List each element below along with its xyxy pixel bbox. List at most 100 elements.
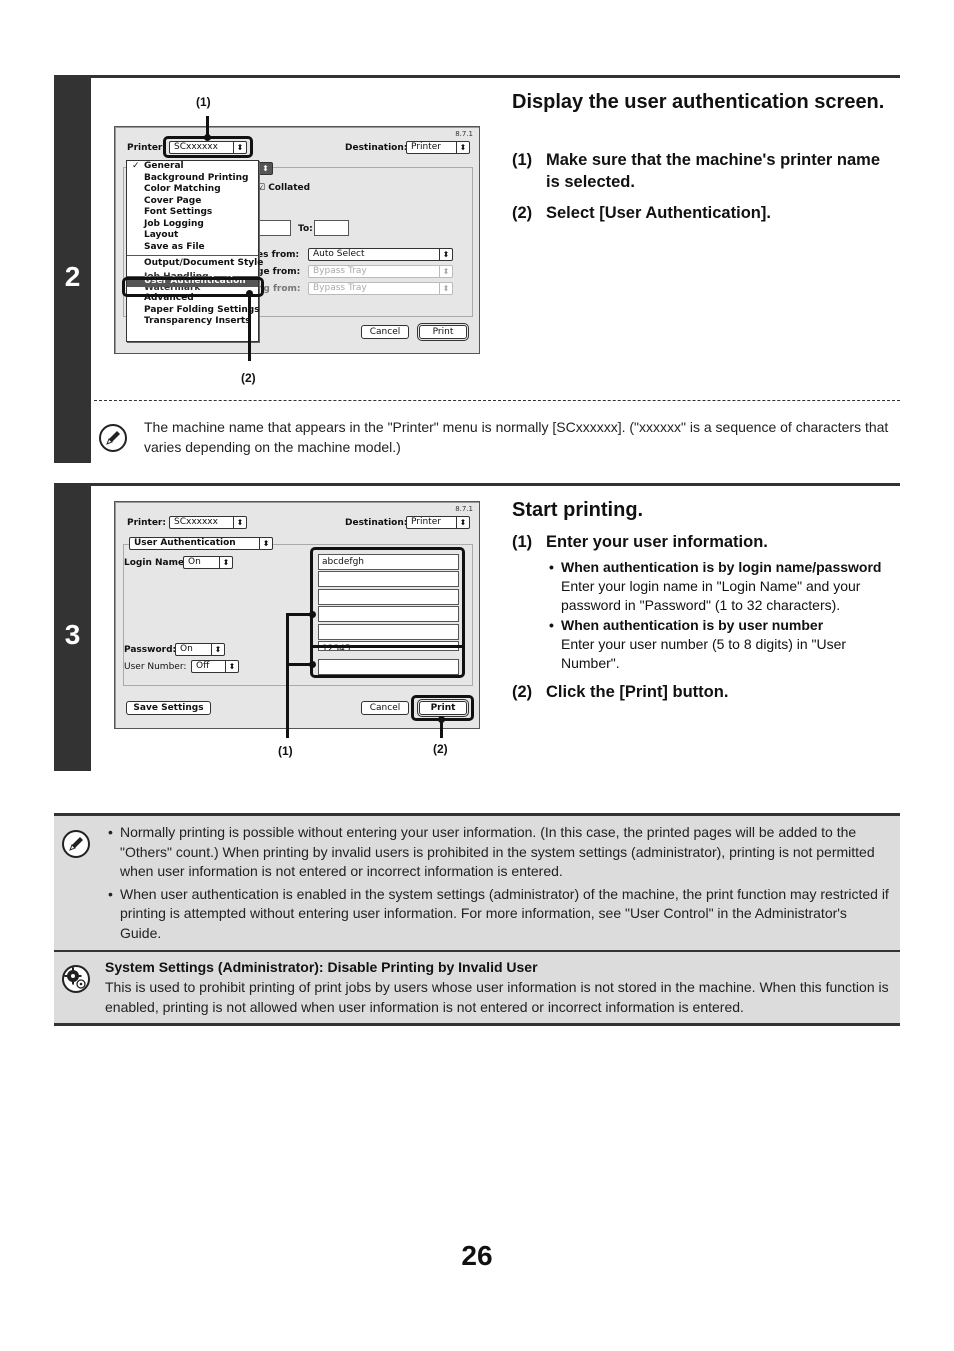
printer-label: Printer:	[127, 518, 166, 528]
bullet-title: When authentication is by user number	[561, 617, 824, 633]
print-button[interactable]: Print	[417, 323, 469, 341]
callout-dot	[309, 661, 316, 668]
callout-box-user-auth	[122, 277, 264, 297]
save-settings-button[interactable]: Save Settings	[126, 701, 211, 715]
user-number-select[interactable]: Off ⬍	[191, 660, 239, 673]
user-number-value: Off	[196, 661, 210, 671]
version-label: 8.7.1	[455, 505, 473, 513]
step-number-bar: 3	[54, 486, 91, 771]
printer-label: Printer:	[127, 143, 166, 153]
updown-arrow-icon: ⬍	[225, 661, 238, 672]
pages-from-select[interactable]: Auto Select ⬍	[308, 248, 453, 261]
collated-checkbox[interactable]: ☑ Collated	[257, 183, 310, 193]
page-number: 26	[461, 1240, 493, 1271]
print-dialog: 8.7.1 Printer: SCxxxxxx ⬍ Destination: P…	[114, 126, 480, 354]
menu-item-output-document-style[interactable]: Output/Document Style	[127, 258, 263, 270]
callout-dot	[246, 290, 253, 297]
cancel-button[interactable]: Cancel	[361, 701, 409, 715]
menu-item-transparency-inserts[interactable]: Transparency Inserts	[127, 316, 258, 328]
menu-item-background-printing[interactable]: Background Printing	[127, 173, 258, 185]
bullet-text: Enter your login name in "Login Name" an…	[561, 578, 861, 613]
updown-arrow-icon: ⬍	[211, 644, 224, 655]
updown-arrow-icon: ⬍	[259, 538, 272, 549]
instruction-item: (1) Enter your user information.	[512, 531, 892, 553]
menu-item-font-settings[interactable]: Font Settings	[127, 207, 258, 219]
panel-select-arrow[interactable]: ⬍	[257, 162, 273, 175]
updown-arrow-icon: ⬍	[439, 249, 452, 260]
destination-value: Printer	[411, 142, 441, 152]
step-heading: Start printing.	[512, 499, 644, 521]
item-text: Enter your user information.	[546, 533, 768, 551]
login-name-value: On	[188, 557, 201, 567]
destination-value: Printer	[411, 517, 441, 527]
menu-item-cover-page[interactable]: Cover Page	[127, 196, 258, 208]
system-settings-block: System Settings (Administrator): Disable…	[54, 952, 900, 1023]
step-number: 2	[64, 261, 81, 292]
bullet-text: Enter your user number (5 to 8 digits) i…	[561, 636, 847, 671]
menu-item-color-matching[interactable]: Color Matching	[127, 184, 258, 196]
instruction-item: (2) Select [User Authentication].	[512, 202, 892, 224]
printer-value: SCxxxxxx	[174, 517, 218, 527]
to-label: To:	[298, 224, 313, 234]
system-settings-body: This is used to prohibit printing of pri…	[105, 979, 889, 1015]
callout-line	[286, 613, 289, 738]
item-text: Select [User Authentication].	[546, 204, 771, 222]
step-heading: Display the user authentication screen.	[512, 91, 885, 113]
note-bullet: When user authentication is enabled in t…	[108, 885, 892, 944]
destination-label: Destination:	[345, 143, 408, 153]
item-text: Click the [Print] button.	[546, 683, 729, 701]
menu-item-save-as-file[interactable]: Save as File	[127, 242, 258, 254]
password-label: Password:	[124, 645, 177, 655]
from-page-field[interactable]	[255, 220, 291, 236]
destination-select[interactable]: Printer ⬍	[406, 516, 470, 529]
user-number-label: User Number:	[124, 662, 187, 672]
dashed-divider	[94, 400, 900, 401]
first-page-select[interactable]: Bypass Tray ⬍	[308, 265, 453, 278]
callout-dot	[204, 134, 211, 141]
first-page-value: Bypass Tray	[313, 266, 367, 276]
item-number: (1)	[512, 151, 533, 169]
panel-dropdown-menu: General Background Printing Color Matchi…	[126, 160, 263, 342]
password-value: On	[180, 644, 193, 654]
note-block: Normally printing is possible without en…	[54, 816, 900, 950]
panel-select[interactable]: User Authentication ⬍	[129, 537, 273, 550]
updown-arrow-icon: ⬍	[439, 283, 452, 294]
item-number: (2)	[512, 204, 533, 222]
menu-item-general[interactable]: General	[127, 161, 258, 173]
login-name-select[interactable]: On ⬍	[183, 556, 233, 569]
item-number: (1)	[512, 533, 533, 551]
cancel-button[interactable]: Cancel	[361, 325, 409, 339]
bullet-dot: •	[549, 559, 554, 575]
item-number: (2)	[512, 683, 533, 701]
destination-select[interactable]: Printer ⬍	[406, 141, 470, 154]
callout-label-1: (1)	[278, 744, 293, 758]
collated-label: Collated	[268, 183, 311, 193]
menu-item-job-logging[interactable]: Job Logging	[127, 219, 258, 231]
step-number: 3	[64, 619, 81, 650]
updown-arrow-icon: ⬍	[456, 517, 469, 528]
pencil-note-icon	[99, 424, 127, 452]
callout-label-1: (1)	[196, 95, 211, 109]
updown-arrow-icon: ⬍	[233, 517, 246, 528]
to-page-field[interactable]	[314, 220, 349, 236]
first-page-label: ge from:	[257, 267, 301, 277]
menu-item-layout[interactable]: Layout	[127, 230, 258, 242]
menu-item-paper-folding-settings[interactable]: Paper Folding Settings	[127, 305, 260, 317]
login-name-label: Login Name:	[124, 558, 188, 568]
bullet-title: When authentication is by login name/pas…	[561, 559, 882, 575]
gear-settings-icon	[62, 965, 90, 993]
bullet-item: • When authentication is by login name/p…	[549, 558, 901, 615]
updown-arrow-icon: ⬍	[262, 164, 269, 173]
printer-select[interactable]: SCxxxxxx ⬍	[169, 516, 247, 529]
updown-arrow-icon: ⬍	[439, 266, 452, 277]
callout-label-2: (2)	[433, 742, 448, 756]
bullet-item: • When authentication is by user number …	[549, 616, 901, 673]
bullet-dot: •	[549, 617, 554, 633]
system-settings-title: System Settings (Administrator): Disable…	[105, 959, 538, 975]
password-select[interactable]: On ⬍	[175, 643, 225, 656]
pages-from-value: Auto Select	[313, 249, 365, 259]
updown-arrow-icon: ⬍	[456, 142, 469, 153]
note-bullet: Normally printing is possible without en…	[108, 823, 892, 882]
updown-arrow-icon: ⬍	[219, 557, 232, 568]
remaining-select[interactable]: Bypass Tray ⬍	[308, 282, 453, 295]
